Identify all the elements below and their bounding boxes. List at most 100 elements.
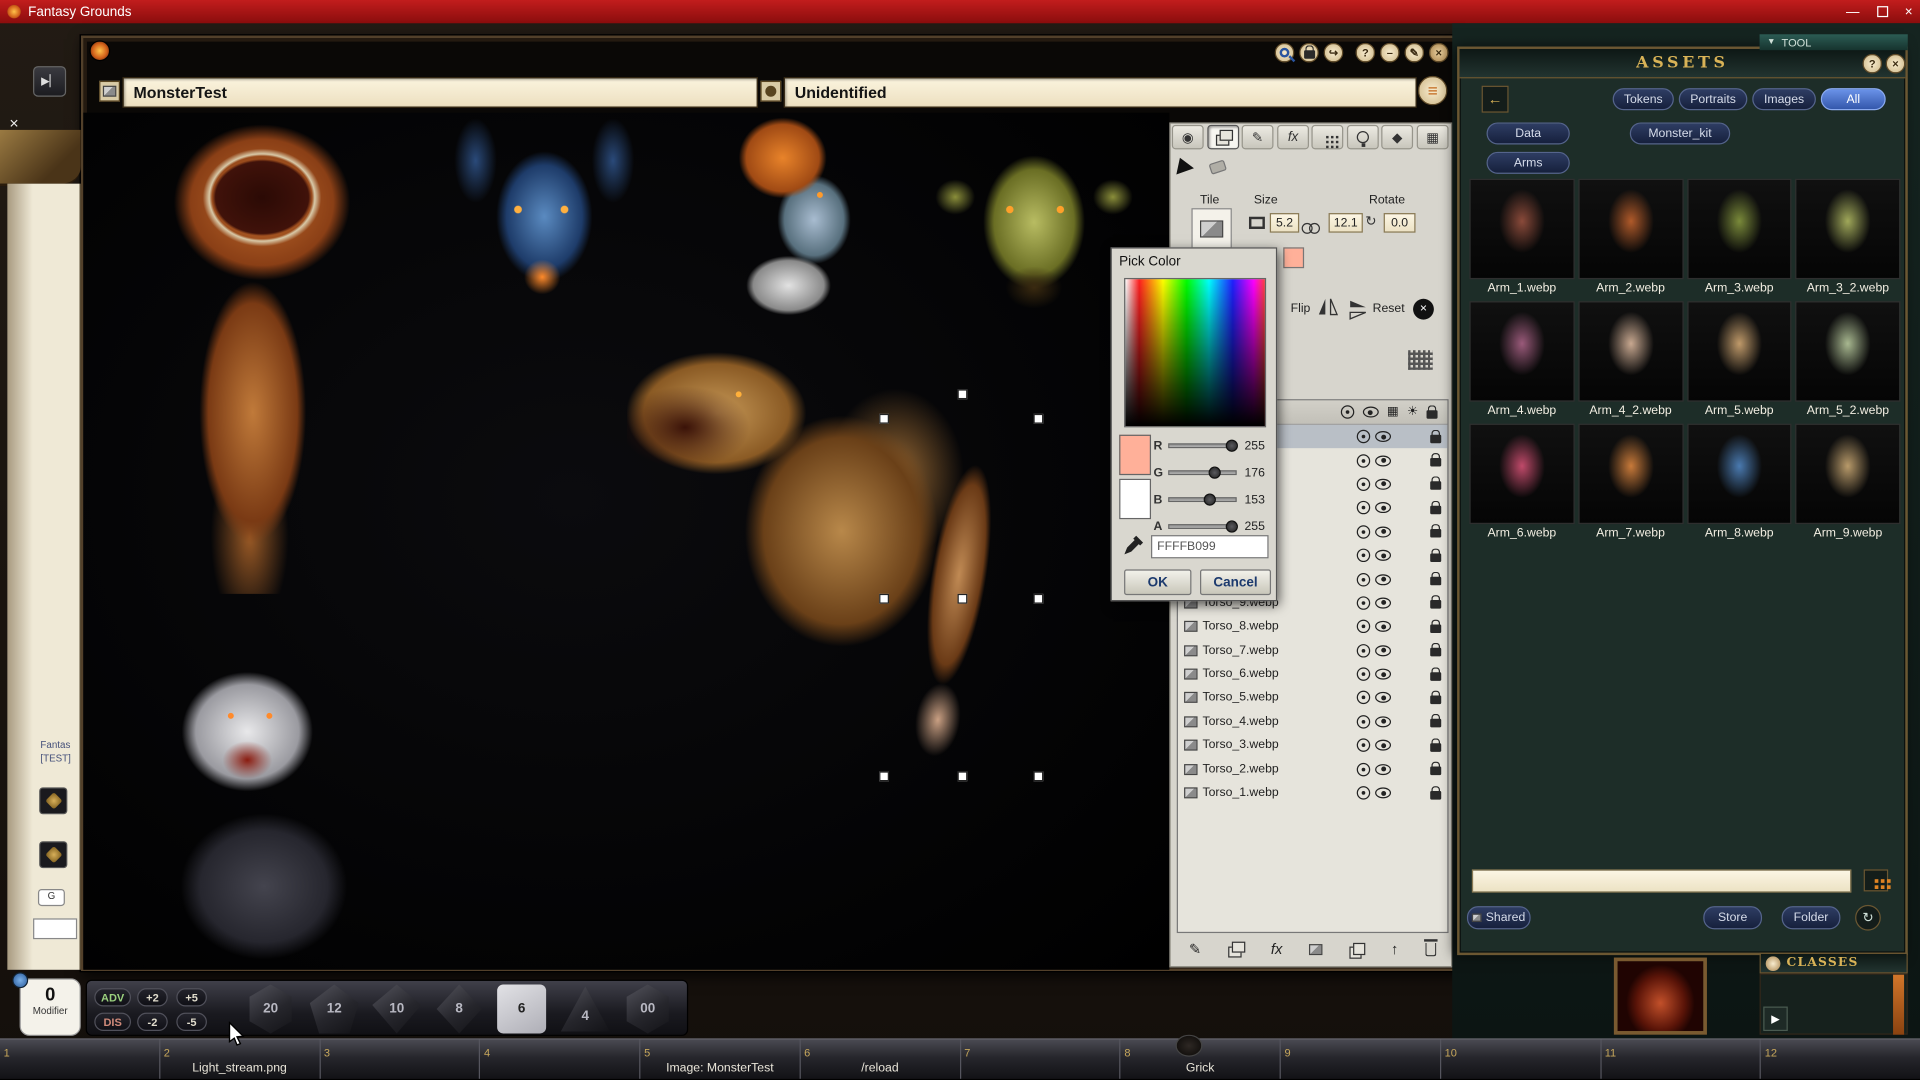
modifier-box[interactable]: 0 Modifier (20, 978, 81, 1036)
layers-tab-icon[interactable] (1207, 125, 1239, 149)
module-monster-kit-button[interactable]: Monster_kit (1630, 122, 1730, 144)
lock-icon[interactable] (1430, 743, 1441, 752)
rotate-icon[interactable]: ↻ (1365, 213, 1376, 229)
asset-item[interactable]: Arm_4_2.webp (1578, 301, 1683, 417)
fx-layer-icon[interactable]: fx (1271, 940, 1282, 957)
asset-item[interactable]: Arm_7.webp (1578, 424, 1683, 540)
plus5-button[interactable]: +5 (176, 988, 207, 1006)
lock-icon[interactable] (1430, 601, 1441, 610)
token-bag-button[interactable] (39, 841, 67, 868)
dice-tower-button[interactable] (39, 787, 67, 814)
grid-column-icon[interactable]: ▦ (1387, 405, 1399, 418)
eye-icon[interactable] (1375, 764, 1391, 775)
advantage-button[interactable]: ADV (94, 988, 131, 1006)
lighting-tab-icon[interactable] (1347, 125, 1379, 149)
lock-icon[interactable] (1430, 790, 1441, 799)
hex-color-input[interactable] (1151, 535, 1269, 558)
plus2-button[interactable]: +2 (137, 988, 168, 1006)
asset-filter-button[interactable] (1864, 869, 1888, 891)
asset-item[interactable]: Arm_6.webp (1469, 424, 1574, 540)
hotkey-slot[interactable]: 1 (0, 1040, 159, 1079)
selection-handle[interactable] (1033, 771, 1043, 781)
visibility-column-icon[interactable] (1362, 407, 1378, 418)
selection-handle[interactable] (879, 771, 889, 781)
layer-row[interactable]: Torso_5.webp (1178, 686, 1447, 710)
image-name-input[interactable] (122, 77, 758, 108)
target-icon[interactable] (1357, 667, 1370, 680)
eyedropper-icon[interactable] (1122, 535, 1144, 563)
eye-icon[interactable] (1375, 621, 1391, 632)
eye-icon[interactable] (1375, 526, 1391, 537)
target-icon[interactable] (1357, 454, 1370, 467)
minimize-window-icon[interactable]: — (1846, 4, 1859, 19)
disadvantage-button[interactable]: DIS (94, 1013, 131, 1031)
lock-icon[interactable] (1430, 695, 1441, 704)
lock-icon[interactable] (1430, 767, 1441, 776)
os-titlebar[interactable]: Fantasy Grounds — × (0, 0, 1920, 23)
ok-button[interactable]: OK (1124, 569, 1191, 595)
share-icon[interactable]: ↪ (1324, 43, 1344, 63)
lock-column-icon[interactable] (1427, 410, 1438, 419)
target-icon[interactable] (1357, 715, 1370, 728)
asset-item[interactable]: Arm_3.webp (1687, 179, 1792, 295)
asset-item[interactable]: Arm_3_2.webp (1795, 179, 1900, 295)
eye-icon[interactable] (1375, 597, 1391, 608)
die-d6[interactable]: 6 (497, 984, 546, 1033)
hotkey-slot[interactable]: 12 (1760, 1040, 1920, 1079)
chat-input[interactable] (33, 918, 77, 939)
tool-strip[interactable]: ▼ TOOL (1760, 34, 1908, 50)
shared-button[interactable]: Shared (1467, 906, 1531, 929)
play-button[interactable]: ▶ (1763, 1007, 1787, 1031)
color-gradient-field[interactable] (1124, 278, 1266, 427)
tab-all[interactable]: All (1821, 88, 1886, 110)
slider-knob[interactable] (1208, 467, 1220, 479)
asset-item[interactable]: Arm_4.webp (1469, 301, 1574, 417)
lock-window-icon[interactable] (1299, 43, 1319, 63)
minus2-button[interactable]: -2 (137, 1013, 168, 1031)
view-globe-icon[interactable]: ◉ (1172, 125, 1204, 149)
layer-row[interactable]: Torso_1.webp (1178, 781, 1447, 805)
flip-horizontal-icon[interactable] (1318, 298, 1339, 322)
hotkey-token-thumbnail[interactable] (1176, 1035, 1203, 1057)
target-icon[interactable] (1357, 549, 1370, 562)
asset-item[interactable]: Arm_9.webp (1795, 424, 1900, 540)
die-d10[interactable]: 10 (372, 984, 421, 1033)
canvas-image-worm-creature[interactable] (108, 116, 417, 594)
sidebar-close-icon[interactable]: × (1886, 54, 1906, 74)
red-slider[interactable] (1168, 443, 1237, 448)
target-icon[interactable] (1357, 430, 1370, 443)
hotkey-slot[interactable]: 6/reload (799, 1040, 959, 1079)
lock-icon[interactable] (1430, 434, 1441, 443)
selection-handle[interactable] (1033, 594, 1043, 604)
tab-tokens[interactable]: Tokens (1613, 88, 1674, 110)
pick-color-dialog[interactable]: Pick Color R 255 G 176 B 153 A 255 OK Ca… (1111, 247, 1278, 601)
sidebar-help-icon[interactable]: ? (1862, 54, 1882, 74)
eye-icon[interactable] (1375, 455, 1391, 466)
group-arms-button[interactable]: Arms (1487, 152, 1570, 174)
add-layer-icon[interactable] (1228, 942, 1244, 957)
radial-menu-button[interactable]: ≡ (1418, 76, 1447, 105)
target-icon[interactable] (1357, 478, 1370, 491)
die-d12[interactable]: 12 (310, 984, 359, 1033)
eye-icon[interactable] (1375, 550, 1391, 561)
folder-button[interactable]: Folder (1782, 906, 1841, 929)
green-slider[interactable] (1168, 470, 1237, 475)
rotate-value[interactable]: 0.0 (1384, 213, 1416, 233)
tab-portraits[interactable]: Portraits (1679, 88, 1748, 110)
asset-search-input[interactable] (1472, 869, 1852, 892)
layer-row[interactable]: Torso_3.webp (1178, 734, 1447, 758)
grid-tab-icon[interactable]: ▦ (1417, 125, 1449, 149)
selection-handle[interactable] (879, 414, 889, 424)
target-icon[interactable] (1357, 762, 1370, 775)
lighting-column-icon[interactable]: ☀ (1407, 405, 1418, 418)
store-button[interactable]: Store (1703, 906, 1762, 929)
target-icon[interactable] (1357, 596, 1370, 609)
eye-icon[interactable] (1375, 431, 1391, 442)
dither-grid-icon[interactable] (1408, 350, 1432, 370)
lock-icon[interactable] (1430, 672, 1441, 681)
lock-icon[interactable] (1430, 506, 1441, 515)
canvas-image-werewolf[interactable] (126, 653, 402, 969)
sidebar-expand-button[interactable]: ▶▏ (33, 66, 66, 97)
eye-icon[interactable] (1375, 574, 1391, 585)
rotation-handle[interactable] (958, 389, 968, 399)
